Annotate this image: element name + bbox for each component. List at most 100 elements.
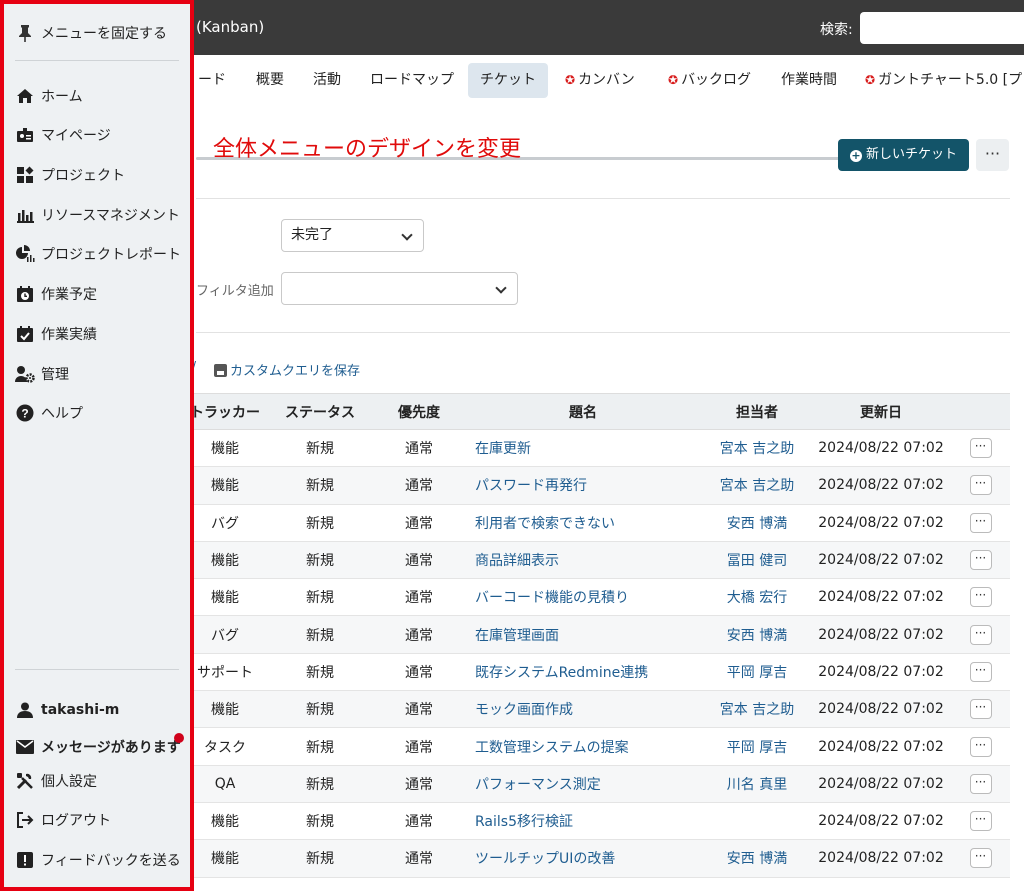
column-header-assignee[interactable]: 担当者 xyxy=(703,393,811,430)
subject-link[interactable]: 工数管理システムの提案 xyxy=(463,727,703,766)
sidebar-item-project-report[interactable]: プロジェクトレポート xyxy=(15,242,181,266)
row-menu-button[interactable]: ··· xyxy=(969,848,992,869)
tracker-cell: サポート xyxy=(185,653,265,692)
help-icon: ? xyxy=(15,403,35,423)
table-row: QA 新規 通常 パフォーマンス測定 川名 真里 2024/08/22 07:02 ··· xyxy=(185,765,1010,803)
sidebar-item-feedback[interactable]: フィードバックを送る xyxy=(15,848,181,872)
table-row: バグ 新規 通常 在庫管理画面 安西 博満 2024/08/22 07:02 ··· xyxy=(185,615,1010,654)
sidebar-item-resource-management[interactable]: リソースマネジメント xyxy=(15,203,180,227)
sidebar-item-work-results[interactable]: 作業実績 xyxy=(15,322,97,346)
assignee-link[interactable]: 宮本 吉之助 xyxy=(703,429,811,468)
status-cell: 新規 xyxy=(265,765,375,803)
sidebar-item-work-plan[interactable]: 作業予定 xyxy=(15,282,97,306)
tab-backlog[interactable]: ✪ バックログ xyxy=(656,63,763,98)
sidebar-item-admin[interactable]: 管理 xyxy=(15,362,69,386)
assignee-link[interactable]: 大橋 宏行 xyxy=(703,578,811,617)
search-label: 検索: xyxy=(820,22,853,38)
unread-badge xyxy=(174,733,184,743)
subject-link[interactable]: Rails5移行検証 xyxy=(463,802,703,841)
column-header-subject[interactable]: 題名 xyxy=(463,393,703,430)
sidebar-item-home[interactable]: ホーム xyxy=(15,84,83,108)
logout-icon xyxy=(15,810,35,830)
tab-gantt[interactable]: ✪ ガントチャート5.0 [プレ xyxy=(853,63,1024,98)
assignee-link[interactable]: 宮本 吉之助 xyxy=(703,466,811,505)
tab-issues[interactable]: チケット xyxy=(468,63,548,98)
sidebar-item-help[interactable]: ? ヘルプ xyxy=(15,401,83,425)
status-cell: 新規 xyxy=(265,653,375,692)
assignee-link[interactable]: 冨田 健司 xyxy=(703,541,811,580)
admin-gear-icon xyxy=(15,364,35,384)
row-menu-button[interactable]: ··· xyxy=(969,550,992,571)
project-title[interactable]: (Kanban) xyxy=(196,18,264,36)
new-issue-button[interactable]: + 新しいチケット xyxy=(838,139,969,171)
pin-menu-button[interactable]: メニューを固定する xyxy=(15,21,167,45)
tab-time-entries[interactable]: 作業時間 xyxy=(769,63,849,98)
status-filter-select[interactable]: 未完了 xyxy=(281,219,424,252)
table-row: 機能 新規 通常 Rails5移行検証 2024/08/22 07:02 ··· xyxy=(185,802,1010,841)
row-menu-button[interactable]: ··· xyxy=(969,773,992,794)
row-menu-button[interactable]: ··· xyxy=(969,475,992,496)
clock-calendar-icon xyxy=(15,284,35,304)
assignee-link[interactable]: 川名 真里 xyxy=(703,765,811,803)
search-input[interactable] xyxy=(860,12,1024,44)
tab-overview[interactable]: 概要 xyxy=(244,63,296,98)
sidebar-item-personal-settings[interactable]: 個人設定 xyxy=(15,769,97,793)
assignee-link[interactable]: 平岡 厚吉 xyxy=(703,653,811,692)
column-header-priority[interactable]: 優先度 xyxy=(375,393,463,430)
sidebar-item-logout[interactable]: ログアウト xyxy=(15,808,111,832)
priority-cell: 通常 xyxy=(375,504,463,542)
status-cell: 新規 xyxy=(265,615,375,654)
subject-link[interactable]: パスワード再発行 xyxy=(463,466,703,505)
assignee-link[interactable]: 安西 博満 xyxy=(703,504,811,542)
project-blocks-icon xyxy=(15,165,35,185)
subject-link[interactable]: 既存システムRedmine連携 xyxy=(463,653,703,692)
subject-link[interactable]: バーコード機能の見積り xyxy=(463,578,703,617)
row-menu-button[interactable]: ··· xyxy=(969,587,992,608)
more-actions-button[interactable]: ··· xyxy=(976,139,1009,171)
priority-cell: 通常 xyxy=(375,653,463,692)
priority-cell: 通常 xyxy=(375,429,463,468)
assignee-link[interactable]: 安西 博満 xyxy=(703,615,811,654)
sidebar-item-messages[interactable]: メッセージがあります xyxy=(15,735,181,759)
sidebar-item-user-account[interactable]: takashi-m xyxy=(15,698,119,722)
chevron-down-icon xyxy=(495,282,507,294)
sidebar-item-mypage[interactable]: マイページ xyxy=(15,123,111,147)
tab-kanban[interactable]: ✪ カンバン xyxy=(553,63,647,98)
tracker-cell: 機能 xyxy=(185,578,265,617)
bar-chart-icon xyxy=(15,205,35,225)
row-menu-button[interactable]: ··· xyxy=(969,736,992,757)
column-header-status[interactable]: ステータス xyxy=(265,393,375,430)
subject-link[interactable]: 商品詳細表示 xyxy=(463,541,703,580)
priority-cell: 通常 xyxy=(375,541,463,580)
row-menu-button[interactable]: ··· xyxy=(969,438,992,459)
assignee-link[interactable]: 平岡 厚吉 xyxy=(703,727,811,766)
priority-cell: 通常 xyxy=(375,727,463,766)
row-menu-button[interactable]: ··· xyxy=(969,624,992,645)
tab-roadmap[interactable]: ロードマップ xyxy=(358,63,466,98)
save-query-link[interactable]: カスタムクエリを保存 xyxy=(214,360,360,379)
add-filter-select[interactable] xyxy=(281,272,518,305)
table-row: 機能 新規 通常 在庫更新 宮本 吉之助 2024/08/22 07:02 ··· xyxy=(185,429,1010,468)
subject-link[interactable]: モック画面作成 xyxy=(463,690,703,729)
assignee-link[interactable]: 宮本 吉之助 xyxy=(703,690,811,729)
sidebar-item-projects[interactable]: プロジェクト xyxy=(15,163,125,187)
column-header-updated[interactable]: 更新日 xyxy=(811,393,951,430)
row-menu-button[interactable]: ··· xyxy=(969,699,992,720)
subject-link[interactable]: 利用者で検索できない xyxy=(463,504,703,542)
column-header-tracker[interactable]: トラッカー xyxy=(185,393,265,430)
table-header-row: トラッカー ステータス 優先度 題名 担当者 更新日 xyxy=(185,393,1010,430)
row-menu-button[interactable]: ··· xyxy=(969,512,992,533)
subject-link[interactable]: パフォーマンス測定 xyxy=(463,765,703,803)
subject-link[interactable]: ツールチップUIの改善 xyxy=(463,839,703,878)
assignee-link[interactable]: 安西 博満 xyxy=(703,839,811,878)
subject-link[interactable]: 在庫管理画面 xyxy=(463,615,703,654)
row-menu-button[interactable]: ··· xyxy=(969,811,992,832)
assignee-link[interactable] xyxy=(703,802,811,841)
row-menu-button[interactable]: ··· xyxy=(969,661,992,682)
subject-link[interactable]: 在庫更新 xyxy=(463,429,703,468)
tab-activity[interactable]: 活動 xyxy=(301,63,353,98)
kanban-icon: ✪ xyxy=(865,73,876,87)
divider xyxy=(196,198,1010,199)
tracker-cell: 機能 xyxy=(185,690,265,729)
kanban-icon: ✪ xyxy=(668,73,679,87)
